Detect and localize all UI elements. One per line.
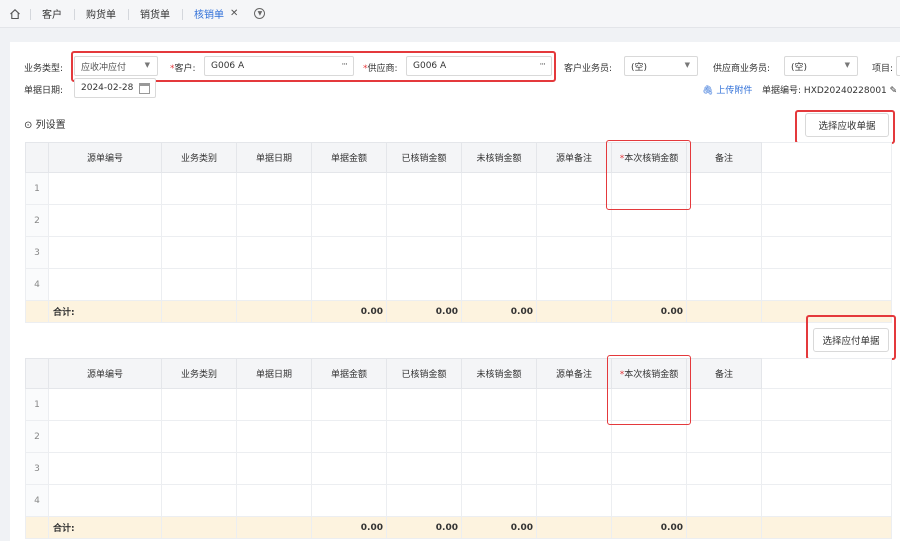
write-off-amount-cell[interactable]: [611, 420, 687, 453]
date-value: 2024-02-28: [81, 83, 134, 93]
date-field[interactable]: 2024-02-28: [74, 78, 156, 98]
header-cell[interactable]: 备注: [686, 142, 762, 173]
settings-circle-icon: ⊙: [24, 120, 33, 131]
header-cell[interactable]: 未核销金额: [461, 358, 537, 389]
table-header: 源单编号 业务类别 单据日期 单据金额 已核销金额 未核销金额 源单备注 *本次…: [25, 142, 892, 173]
row-index: 1: [25, 388, 49, 421]
write-off-amount-cell[interactable]: [611, 484, 687, 517]
project-label: 项目:: [872, 64, 894, 74]
row-index: 1: [25, 172, 49, 205]
cust-staff-value: (空): [631, 62, 648, 73]
header-cell[interactable]: 备注: [686, 358, 762, 389]
total-label: 合计:: [48, 516, 162, 539]
write-off-amount-cell[interactable]: [611, 268, 687, 301]
header-cell[interactable]: 单据日期: [236, 358, 312, 389]
main-panel: 业务类型: 应收冲应付 ▼ *客户: G006 A ··· *供应商: G006…: [10, 42, 900, 541]
total-this-write-off: 0.00: [611, 300, 687, 323]
table-row[interactable]: 1: [25, 172, 892, 205]
row-index: 3: [25, 236, 49, 269]
paperclip-icon: 🖇: [702, 86, 714, 96]
table-row[interactable]: 4: [25, 484, 892, 517]
total-doc-amount: 0.00: [311, 300, 387, 323]
cust-staff-select[interactable]: (空) ▼: [624, 56, 698, 76]
header-blank: [761, 142, 892, 173]
header-index: [25, 142, 49, 173]
edit-icon[interactable]: ✎: [890, 86, 898, 96]
header-cell[interactable]: 单据金额: [311, 142, 387, 173]
highlight-box-column2: [607, 355, 691, 425]
write-off-amount-cell[interactable]: [611, 236, 687, 269]
chevron-down-icon[interactable]: ▼: [254, 8, 266, 19]
table-row[interactable]: 3: [25, 452, 892, 485]
highlight-box-receivable: [795, 110, 895, 144]
cust-staff-label: 客户业务员:: [564, 64, 613, 74]
write-off-amount-cell[interactable]: [611, 452, 687, 485]
total-written-off: 0.00: [386, 516, 462, 539]
highlight-box-payable: [806, 315, 896, 360]
total-this-write-off: 0.00: [611, 516, 687, 539]
supp-staff-select[interactable]: (空) ▼: [784, 56, 858, 76]
date-label: 单据日期:: [24, 86, 64, 96]
table-row[interactable]: 2: [25, 204, 892, 237]
caret-down-icon: ▼: [684, 61, 690, 69]
supp-staff-value: (空): [791, 62, 808, 73]
header-cell[interactable]: 源单编号: [48, 358, 162, 389]
header-cell[interactable]: 源单编号: [48, 142, 162, 173]
tab-bar: 客户 购货单 销货单 核销单 ✕ ▼: [0, 0, 900, 28]
table-row[interactable]: 1: [25, 388, 892, 421]
receivable-grid: 源单编号 业务类别 单据日期 单据金额 已核销金额 未核销金额 源单备注 *本次…: [25, 142, 892, 323]
project-field[interactable]: [896, 56, 900, 76]
payable-grid: 源单编号 业务类别 单据日期 单据金额 已核销金额 未核销金额 源单备注 *本次…: [25, 358, 892, 539]
row-index: 4: [25, 484, 49, 517]
header-blank: [761, 358, 892, 389]
supp-staff-label: 供应商业务员:: [713, 64, 771, 74]
highlight-box-column1: [606, 140, 691, 210]
header-cell[interactable]: 源单备注: [536, 142, 612, 173]
home-icon[interactable]: [0, 0, 30, 28]
header-cell[interactable]: 单据日期: [236, 142, 312, 173]
total-written-off: 0.00: [386, 300, 462, 323]
total-not-written-off: 0.00: [461, 300, 537, 323]
column-settings[interactable]: ⊙ 列设置: [24, 116, 66, 131]
table-row[interactable]: 4: [25, 268, 892, 301]
doc-no-value: HXD20240228001: [803, 86, 887, 96]
row-index: 3: [25, 452, 49, 485]
calendar-icon[interactable]: [139, 83, 150, 94]
header-cell[interactable]: 已核销金额: [386, 142, 462, 173]
table-header: 源单编号 业务类别 单据日期 单据金额 已核销金额 未核销金额 源单备注 *本次…: [25, 358, 892, 389]
row-index: 2: [25, 420, 49, 453]
tab-writeoff[interactable]: 核销单 ✕: [182, 0, 250, 28]
caret-down-icon: ▼: [844, 61, 850, 69]
total-not-written-off: 0.00: [461, 516, 537, 539]
total-label: 合计:: [48, 300, 162, 323]
close-icon[interactable]: ✕: [230, 8, 238, 19]
header-cell[interactable]: 已核销金额: [386, 358, 462, 389]
biz-type-label: 业务类型:: [24, 64, 64, 74]
row-index: 2: [25, 204, 49, 237]
upload-attachment-link[interactable]: 🖇 上传附件: [702, 83, 752, 96]
tab-purchase[interactable]: 购货单: [74, 0, 128, 28]
header-cell[interactable]: 单据金额: [311, 358, 387, 389]
table-row[interactable]: 3: [25, 236, 892, 269]
header-cell[interactable]: 未核销金额: [461, 142, 537, 173]
header-cell[interactable]: 源单备注: [536, 358, 612, 389]
tab-customer[interactable]: 客户: [30, 0, 74, 28]
header-cell[interactable]: 业务类别: [161, 358, 237, 389]
total-row: 合计: 0.00 0.00 0.00 0.00: [25, 300, 892, 323]
row-index: 4: [25, 268, 49, 301]
header-index: [25, 358, 49, 389]
doc-no: 单据编号: HXD20240228001 ✎: [762, 86, 898, 96]
tab-sales[interactable]: 销货单: [128, 0, 182, 28]
total-doc-amount: 0.00: [311, 516, 387, 539]
total-row: 合计: 0.00 0.00 0.00 0.00: [25, 516, 892, 539]
table-row[interactable]: 2: [25, 420, 892, 453]
header-cell[interactable]: 业务类别: [161, 142, 237, 173]
